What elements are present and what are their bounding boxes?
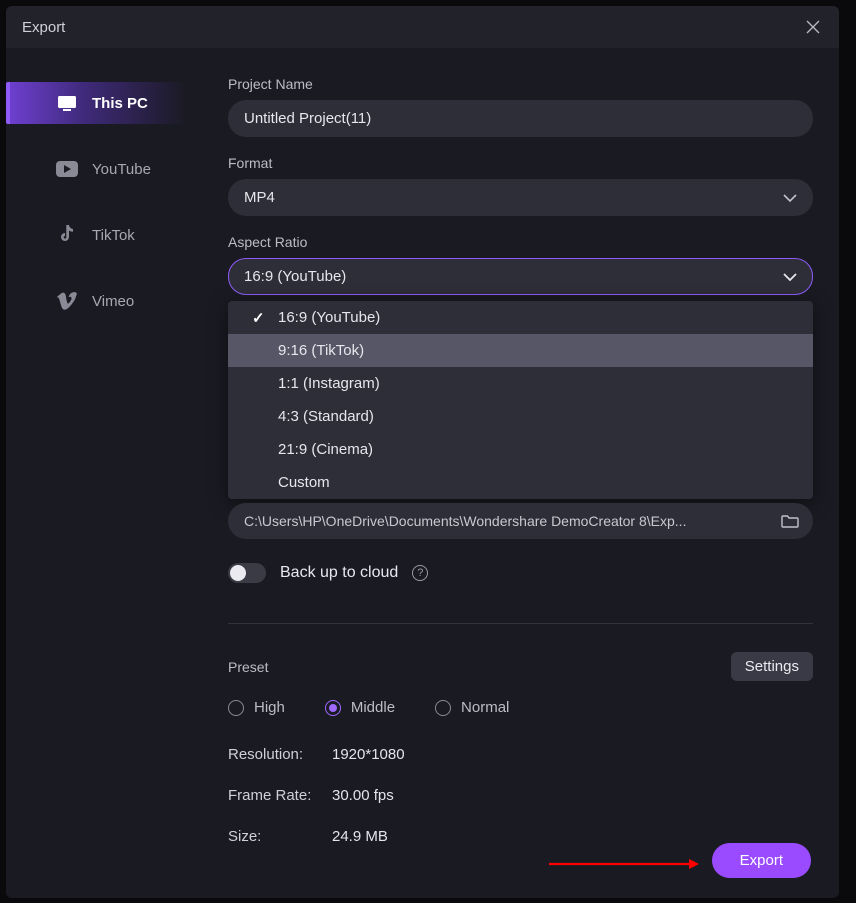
radio-icon [435,700,451,716]
preset-option-high[interactable]: High [228,699,285,716]
format-value: MP4 [244,189,275,206]
aspect-option[interactable]: 16:9 (YouTube) [228,301,813,334]
sidebar-item-label: Vimeo [92,293,134,310]
sidebar-item-label: YouTube [92,161,151,178]
annotation-arrow [549,856,699,866]
preset-radio-group: High Middle Normal [228,699,813,716]
backup-label: Back up to cloud [280,564,398,582]
radio-label: Middle [351,699,395,716]
preset-option-normal[interactable]: Normal [435,699,509,716]
help-icon[interactable]: ? [412,565,428,581]
vimeo-icon [56,292,78,310]
sidebar: This PC YouTube TikTok Vimeo [6,48,196,898]
tiktok-icon [56,226,78,244]
framerate-row: Frame Rate: 30.00 fps [228,787,813,804]
size-value: 24.9 MB [332,828,388,845]
sidebar-item-vimeo[interactable]: Vimeo [6,280,196,322]
sidebar-item-this-pc[interactable]: This PC [6,82,196,124]
sidebar-item-youtube[interactable]: YouTube [6,148,196,190]
project-name-value: Untitled Project(11) [244,110,371,127]
radio-icon [325,700,341,716]
export-button[interactable]: Export [712,843,811,878]
output-path-value: C:\Users\HP\OneDrive\Documents\Wondersha… [244,513,686,529]
radio-label: Normal [461,699,509,716]
output-path-field[interactable]: C:\Users\HP\OneDrive\Documents\Wondersha… [228,503,813,539]
aspect-option[interactable]: Custom [228,466,813,499]
chevron-down-icon [783,268,797,285]
youtube-icon [56,160,78,178]
project-name-input[interactable]: Untitled Project(11) [228,100,813,137]
backup-row: Back up to cloud ? [228,563,813,583]
preset-header: Preset Settings [228,652,813,681]
resolution-value: 1920*1080 [332,746,405,763]
size-label: Size: [228,828,332,845]
settings-button[interactable]: Settings [731,652,813,681]
divider [228,623,813,624]
aspect-option[interactable]: 21:9 (Cinema) [228,433,813,466]
toggle-knob [230,565,246,581]
format-label: Format [228,155,813,171]
resolution-row: Resolution: 1920*1080 [228,746,813,763]
format-select[interactable]: MP4 [228,179,813,216]
dialog-title: Export [22,19,65,36]
preset-option-middle[interactable]: Middle [325,699,395,716]
export-dialog: Export This PC YouTube [6,6,839,898]
aspect-ratio-value: 16:9 (YouTube) [244,268,346,285]
preset-label: Preset [228,659,268,675]
sidebar-item-label: TikTok [92,227,135,244]
framerate-value: 30.00 fps [332,787,394,804]
sidebar-item-label: This PC [92,95,148,112]
aspect-option[interactable]: 4:3 (Standard) [228,400,813,433]
backup-toggle[interactable] [228,563,266,583]
radio-label: High [254,699,285,716]
aspect-ratio-label: Aspect Ratio [228,234,813,250]
radio-icon [228,700,244,716]
chevron-down-icon [783,189,797,206]
resolution-label: Resolution: [228,746,332,763]
folder-icon[interactable] [781,513,799,529]
project-name-label: Project Name [228,76,813,92]
aspect-ratio-select[interactable]: 16:9 (YouTube) [228,258,813,295]
titlebar: Export [6,6,839,48]
aspect-ratio-dropdown: 16:9 (YouTube) 9:16 (TikTok) 1:1 (Instag… [228,301,813,499]
close-icon[interactable] [803,17,823,37]
sidebar-item-tiktok[interactable]: TikTok [6,214,196,256]
aspect-option[interactable]: 9:16 (TikTok) [228,334,813,367]
main-panel: Project Name Untitled Project(11) Format… [196,48,839,898]
pc-icon [56,94,78,112]
framerate-label: Frame Rate: [228,787,332,804]
aspect-option[interactable]: 1:1 (Instagram) [228,367,813,400]
